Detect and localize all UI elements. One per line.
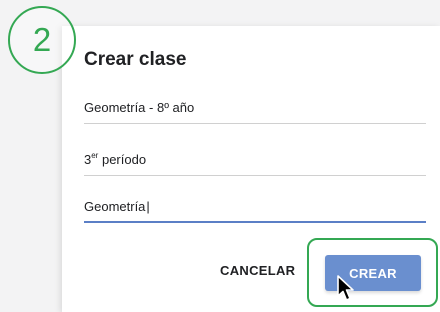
subject-underline-focused	[84, 221, 426, 223]
text-caret: |	[146, 199, 150, 214]
section-value: 3er período	[84, 151, 147, 167]
class-name-value: Geometría - 8º año	[84, 100, 195, 115]
step-number-badge: 2	[8, 6, 76, 74]
class-name-underline	[84, 123, 426, 124]
section-field[interactable]: 3er período	[84, 146, 426, 176]
section-underline	[84, 175, 426, 176]
mouse-pointer-icon	[337, 275, 354, 301]
class-name-field[interactable]: Geometría - 8º año	[84, 94, 426, 124]
subject-field[interactable]: Geometría|	[84, 193, 426, 223]
subject-value: Geometría|	[84, 199, 150, 214]
cancel-button[interactable]: CANCELAR	[220, 263, 295, 278]
dialog-title: Crear clase	[84, 49, 187, 70]
